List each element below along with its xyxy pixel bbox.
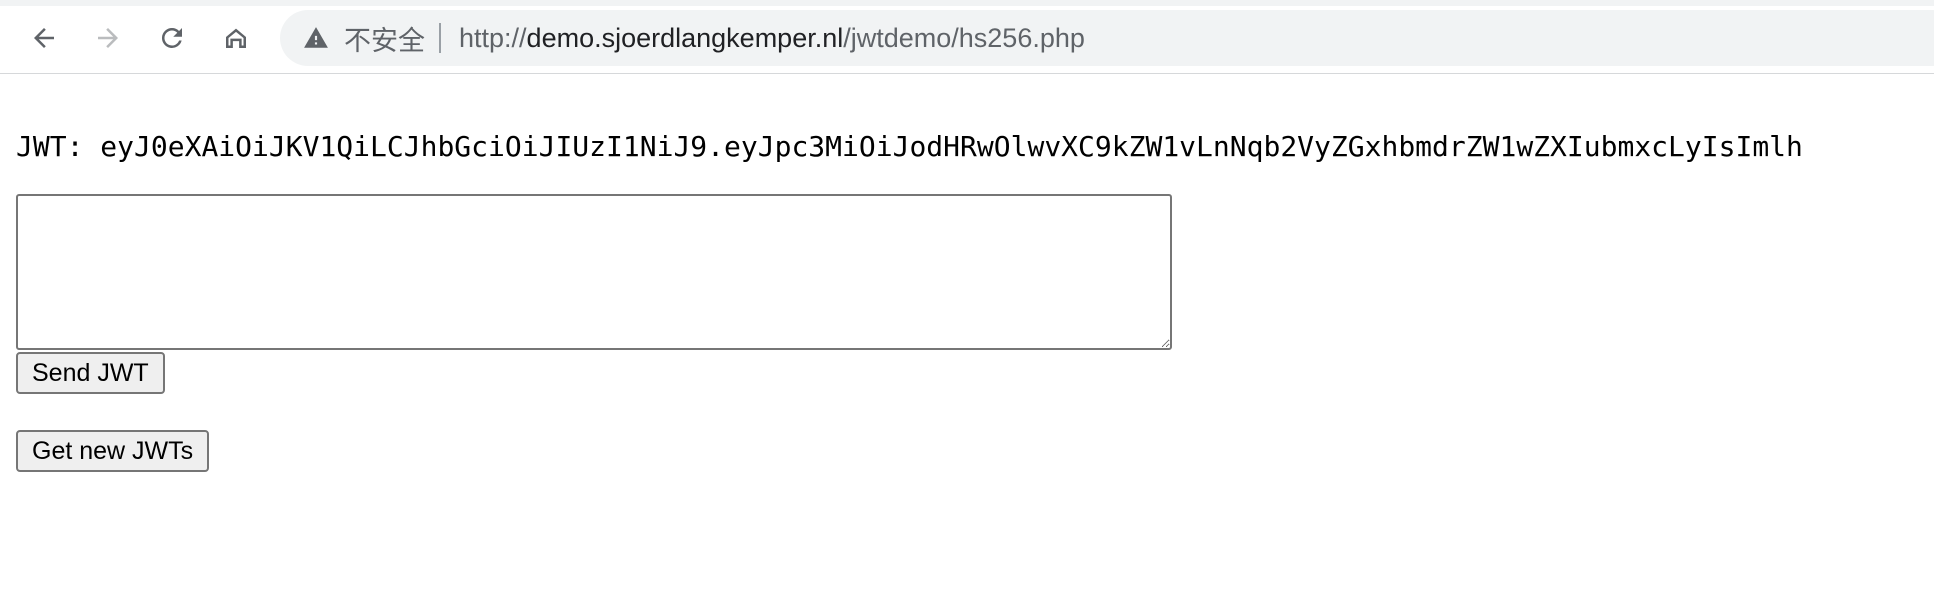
jwt-display: JWT: eyJ0eXAiOiJKV1QiLCJhbGciOiJIUzI1NiJ… xyxy=(16,130,1803,163)
reload-icon xyxy=(161,27,182,48)
address-bar[interactable]: 不安全 http://demo.sjoerdlangkemper.nl/jwtd… xyxy=(280,10,1934,66)
url-scheme: http:// xyxy=(459,22,527,53)
home-icon xyxy=(226,28,246,48)
url-host: demo.sjoerdlangkemper.nl xyxy=(526,22,844,53)
url-text[interactable]: http://demo.sjoerdlangkemper.nl/jwtdemo/… xyxy=(459,23,1085,54)
home-button[interactable] xyxy=(214,16,258,60)
security-status-label[interactable]: 不安全 xyxy=(344,19,425,58)
get-new-jwts-button[interactable]: Get new JWTs xyxy=(16,430,210,472)
url-path: /jwtdemo/hs256.php xyxy=(843,22,1085,53)
back-arrow-icon xyxy=(34,28,54,48)
warning-triangle-icon[interactable] xyxy=(302,24,330,52)
forward-button[interactable] xyxy=(86,16,130,60)
jwt-label: JWT: xyxy=(16,130,84,163)
page-content: JWT: eyJ0eXAiOiJKV1QiLCJhbGciOiJIUzI1NiJ… xyxy=(0,74,1934,608)
jwt-value: eyJ0eXAiOiJKV1QiLCJhbGciOiJIUzI1NiJ9.eyJ… xyxy=(100,130,1803,163)
browser-toolbar: 不安全 http://demo.sjoerdlangkemper.nl/jwtd… xyxy=(0,0,1934,74)
address-separator xyxy=(439,23,441,53)
back-button[interactable] xyxy=(22,16,66,60)
forward-arrow-icon xyxy=(98,28,118,48)
send-jwt-button[interactable]: Send JWT xyxy=(16,352,165,394)
reload-button[interactable] xyxy=(150,16,194,60)
jwt-input[interactable] xyxy=(16,194,1172,350)
tab-strip-edge xyxy=(0,0,1934,6)
